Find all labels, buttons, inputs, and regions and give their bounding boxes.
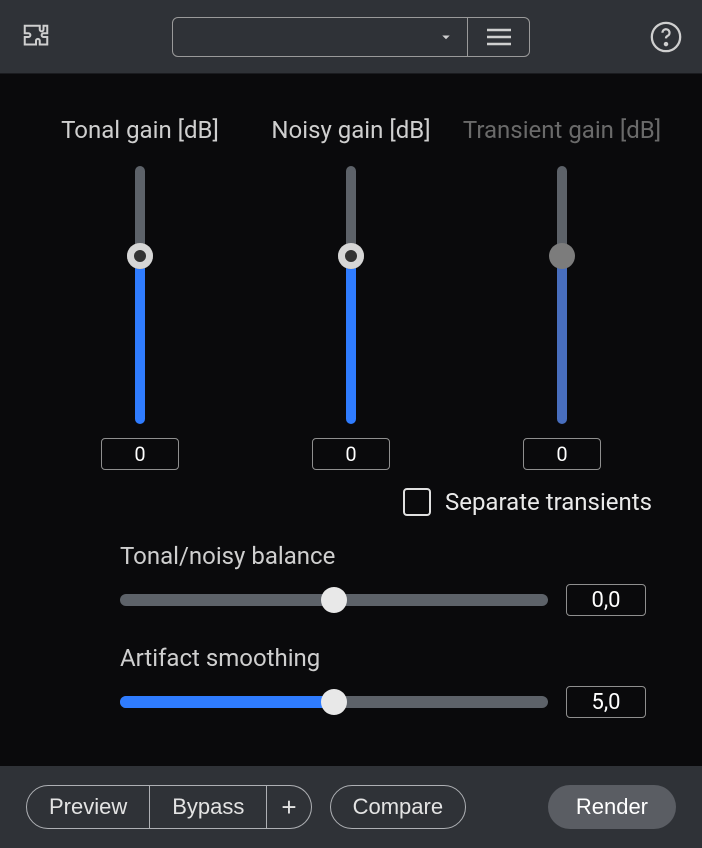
tonal-gain-slider[interactable]: [127, 166, 153, 424]
preset-bar: [172, 17, 530, 57]
preset-menu-button[interactable]: [468, 17, 530, 57]
main-panel: Tonal gain [dB] 0 Noisy gain [dB] 0 Tran…: [0, 74, 702, 718]
help-button[interactable]: [648, 19, 684, 55]
chevron-down-icon: [437, 28, 455, 46]
tonal-gain-value[interactable]: 0: [101, 438, 179, 470]
help-icon: [649, 20, 683, 54]
transient-gain-value: 0: [523, 438, 601, 470]
separate-transients-checkbox[interactable]: [403, 488, 431, 516]
transient-gain-slider: [549, 166, 575, 424]
render-button[interactable]: Render: [548, 785, 676, 829]
transient-gain-label: Transient gain [dB]: [463, 116, 661, 144]
smoothing-label: Artifact smoothing: [120, 644, 646, 672]
smoothing-group: Artifact smoothing 5,0: [120, 644, 646, 718]
noisy-gain-slider[interactable]: [338, 166, 364, 424]
gain-sliders-row: Tonal gain [dB] 0 Noisy gain [dB] 0 Tran…: [40, 116, 662, 470]
transient-gain-column: Transient gain [dB] 0: [462, 116, 662, 470]
noisy-gain-column: Noisy gain [dB] 0: [251, 116, 451, 470]
balance-label: Tonal/noisy balance: [120, 542, 646, 570]
compare-button[interactable]: Compare: [330, 785, 466, 829]
balance-value[interactable]: 0,0: [566, 584, 646, 616]
separate-transients-label: Separate transients: [445, 488, 652, 516]
noisy-gain-label: Noisy gain [dB]: [271, 116, 430, 144]
add-button[interactable]: +: [267, 785, 311, 829]
bypass-button[interactable]: Bypass: [150, 785, 267, 829]
smoothing-value[interactable]: 5,0: [566, 686, 646, 718]
noisy-gain-value[interactable]: 0: [312, 438, 390, 470]
preset-dropdown[interactable]: [172, 17, 468, 57]
smoothing-slider[interactable]: [120, 689, 548, 715]
tonal-gain-column: Tonal gain [dB] 0: [40, 116, 240, 470]
preview-button[interactable]: Preview: [26, 785, 150, 829]
balance-group: Tonal/noisy balance 0,0: [120, 542, 646, 616]
preview-bypass-group: Preview Bypass +: [26, 785, 312, 829]
separate-transients-row: Separate transients: [30, 488, 652, 516]
tonal-gain-label: Tonal gain [dB]: [61, 116, 219, 144]
balance-slider[interactable]: [120, 587, 548, 613]
plugin-icon[interactable]: [18, 19, 54, 55]
top-toolbar: [0, 0, 702, 74]
hamburger-icon: [485, 27, 513, 47]
bottom-toolbar: Preview Bypass + Compare Render: [0, 766, 702, 848]
